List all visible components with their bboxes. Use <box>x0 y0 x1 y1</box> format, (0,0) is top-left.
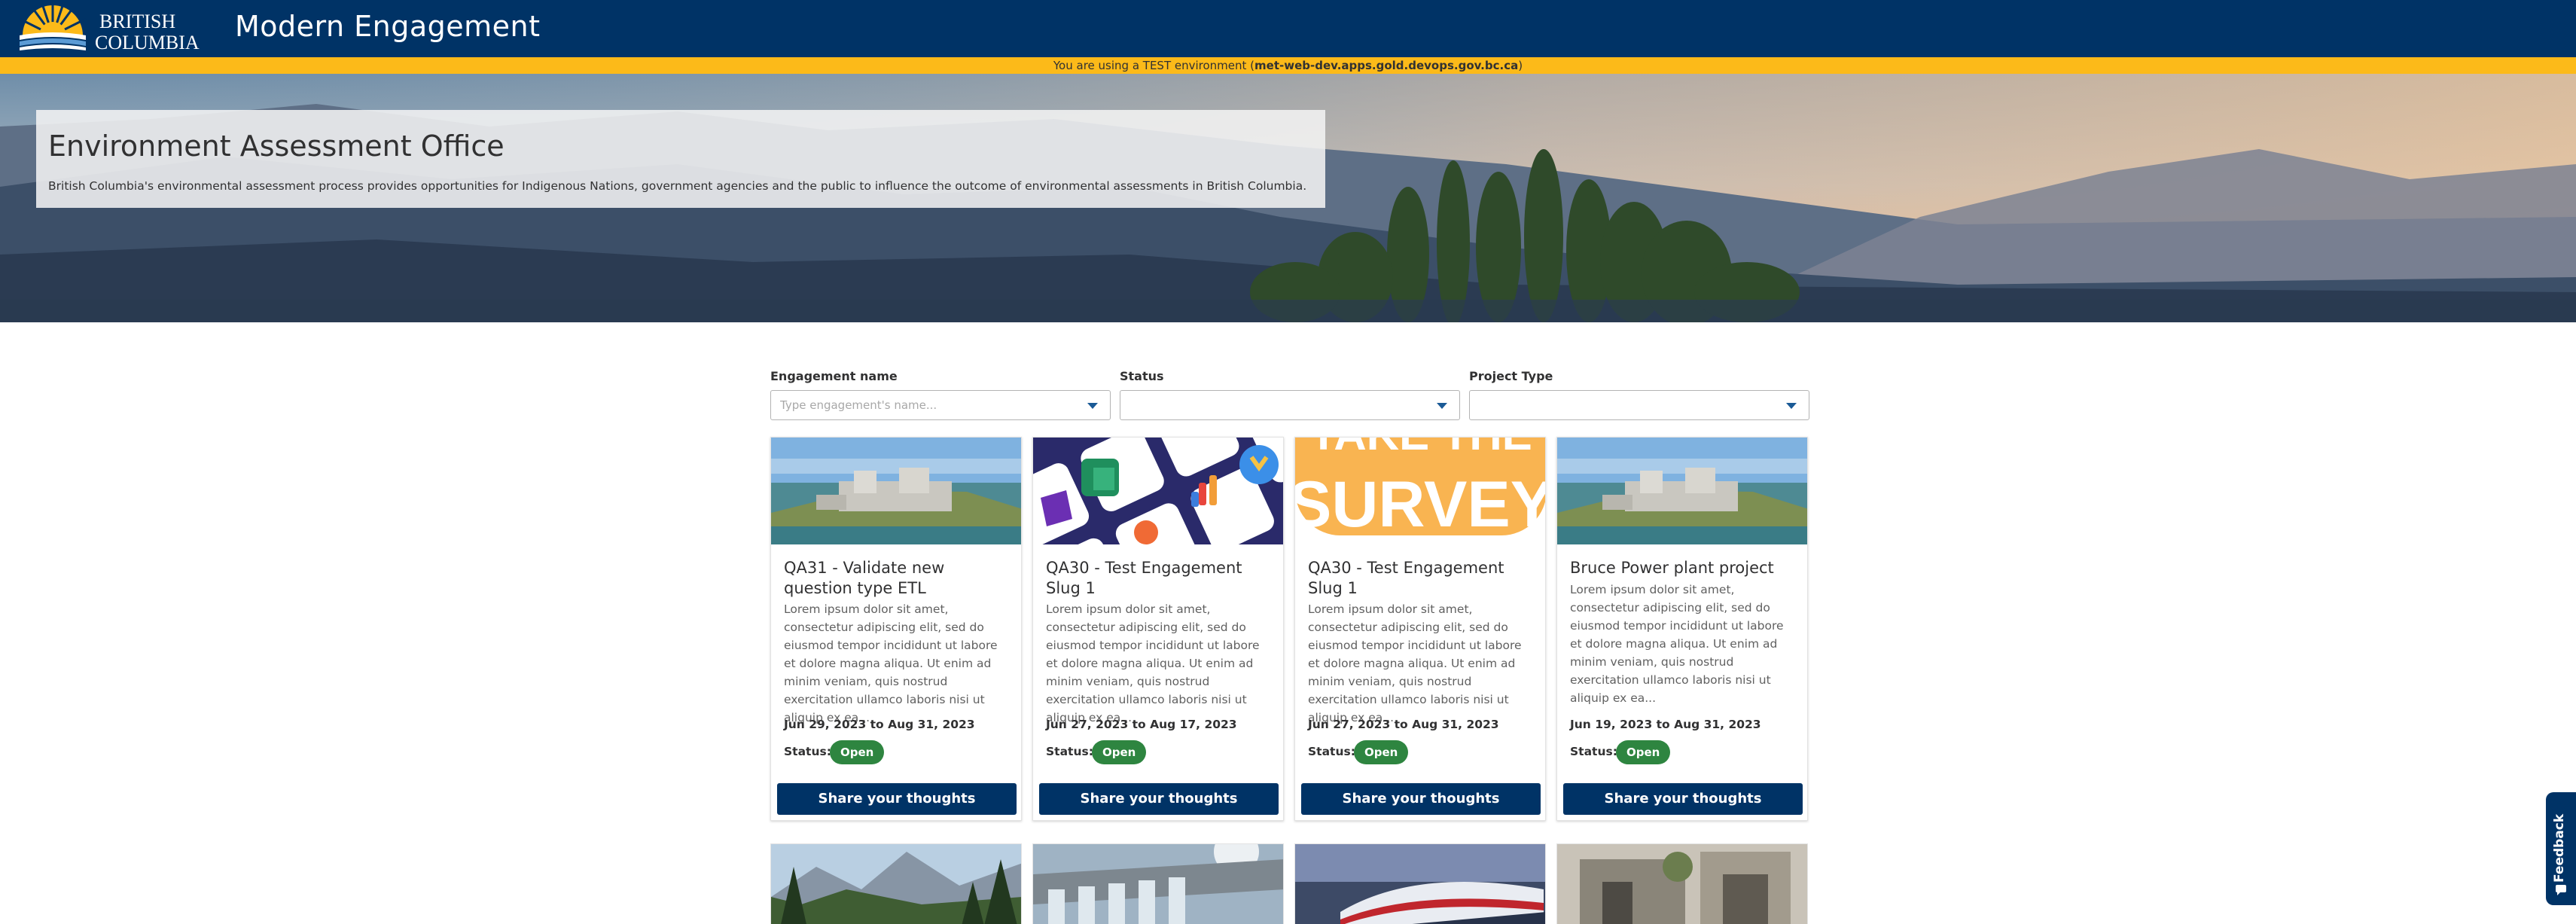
survey-image-text-bottom: SURVEY <box>1295 468 1546 541</box>
engagement-card-title[interactable]: QA30 - Test Engagement Slug 1 <box>1046 558 1272 599</box>
engagement-card[interactable]: TAKE THE SURVEY QA30 - Test Engagement S… <box>1294 437 1546 821</box>
engagement-card-image <box>1033 844 1283 924</box>
engagement-name-filter: Engagement name <box>770 369 1111 420</box>
project-type-label: Project Type <box>1469 369 1553 383</box>
engagement-card[interactable]: Bruce Power plant project Lorem ipsum do… <box>1556 437 1808 821</box>
engagement-card-dates: Jun 27, 2023 to Aug 31, 2023 <box>1308 718 1499 731</box>
engagement-card[interactable]: QA30 - Test Engagement Slug 1 Lorem ipsu… <box>1032 437 1284 821</box>
engagement-card-image <box>1295 844 1545 924</box>
engagement-card-image <box>1557 844 1807 924</box>
status-badge: Open <box>1616 740 1671 764</box>
status-select[interactable] <box>1120 390 1460 420</box>
engagement-card-description: Lorem ipsum dolor sit amet, consectetur … <box>1308 602 1522 724</box>
engagement-name-input[interactable] <box>771 391 1072 419</box>
app-header: BRITISH COLUMBIA Modern Engagement <box>0 0 2576 57</box>
app-title: Modern Engagement <box>235 10 541 43</box>
status-label: Status <box>1120 369 1164 383</box>
env-banner-suffix: ) <box>1518 59 1523 72</box>
engagement-card-description: Lorem ipsum dolor sit amet, consectetur … <box>1046 602 1260 724</box>
hero-title: Environment Assessment Office <box>48 130 505 163</box>
logo-text-top: BRITISH <box>99 11 175 32</box>
feedback-tab[interactable]: Feedback <box>2546 792 2576 905</box>
project-type-select[interactable] <box>1469 390 1809 420</box>
chevron-down-icon[interactable] <box>1437 403 1447 409</box>
share-your-thoughts-button[interactable]: Share your thoughts <box>1301 783 1541 815</box>
engagement-card[interactable]: QA31 - Validate new question type ETL Lo… <box>770 437 1022 821</box>
engagement-card-image <box>771 438 1021 544</box>
hero-banner: Environment Assessment Office British Co… <box>0 74 2576 322</box>
engagement-card-image: TAKE THE SURVEY <box>1295 438 1546 544</box>
test-environment-banner: You are using a TEST environment (met-we… <box>0 57 2576 74</box>
engagement-card-status-label: Status: <box>1046 745 1093 758</box>
engagement-card-image <box>1557 438 1807 544</box>
share-your-thoughts-button[interactable]: Share your thoughts <box>777 783 1017 815</box>
logo-text-bottom: COLUMBIA <box>95 32 200 53</box>
engagement-card[interactable] <box>1556 843 1808 924</box>
chevron-down-icon[interactable] <box>1786 403 1797 409</box>
status-badge: Open <box>1354 740 1409 764</box>
project-type-filter: Project Type <box>1469 369 1809 420</box>
engagement-card[interactable] <box>770 843 1022 924</box>
chevron-down-icon[interactable] <box>1087 403 1098 409</box>
engagement-name-field[interactable] <box>770 390 1111 420</box>
share-your-thoughts-button[interactable]: Share your thoughts <box>1563 783 1803 815</box>
survey-image-text-top: TAKE THE <box>1309 438 1532 459</box>
status-badge: Open <box>1092 740 1147 764</box>
engagement-card-image <box>1033 438 1283 544</box>
feedback-icon <box>2556 885 2566 895</box>
engagement-card[interactable] <box>1032 843 1284 924</box>
engagement-card-title[interactable]: QA30 - Test Engagement Slug 1 <box>1308 558 1534 599</box>
engagement-card-title[interactable]: QA31 - Validate new question type ETL <box>784 558 1010 599</box>
env-banner-prefix: You are using a TEST environment ( <box>1053 59 1255 72</box>
hero-panel: Environment Assessment Office British Co… <box>36 110 1325 208</box>
engagement-card-dates: Jun 19, 2023 to Aug 31, 2023 <box>1570 718 1761 731</box>
engagement-card-dates: Jun 27, 2023 to Aug 17, 2023 <box>1046 718 1237 731</box>
env-banner-host: met-web-dev.apps.gold.devops.gov.bc.ca <box>1254 59 1519 72</box>
status-badge: Open <box>830 740 885 764</box>
status-filter: Status <box>1120 369 1460 420</box>
feedback-label[interactable]: Feedback <box>2552 814 2567 883</box>
hero-description: British Columbia's environmental assessm… <box>48 179 1307 193</box>
engagement-card-status-label: Status: <box>1570 745 1617 758</box>
engagement-name-label: Engagement name <box>770 369 898 383</box>
engagement-card[interactable] <box>1294 843 1546 924</box>
engagement-card-description: Lorem ipsum dolor sit amet, consectetur … <box>1570 583 1784 705</box>
engagement-card-status-label: Status: <box>1308 745 1355 758</box>
share-your-thoughts-button[interactable]: Share your thoughts <box>1039 783 1279 815</box>
engagement-card-dates: Jun 29, 2023 to Aug 31, 2023 <box>784 718 975 731</box>
bc-logo-sun-icon: BRITISH COLUMBIA <box>19 2 200 53</box>
engagement-card-image <box>771 844 1021 924</box>
engagement-card-status-label: Status: <box>784 745 831 758</box>
bc-logo[interactable]: BRITISH COLUMBIA <box>17 2 200 53</box>
engagement-card-title[interactable]: Bruce Power plant project <box>1570 558 1796 578</box>
engagement-card-description: Lorem ipsum dolor sit amet, consectetur … <box>784 602 998 724</box>
